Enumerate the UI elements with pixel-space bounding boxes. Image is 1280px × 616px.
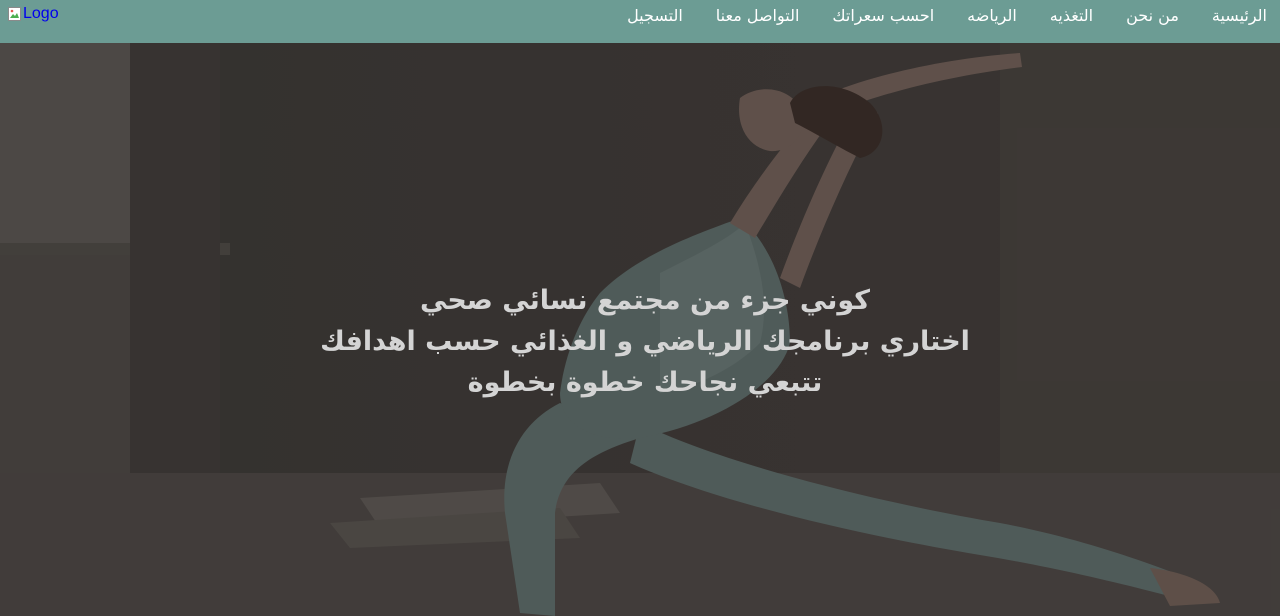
broken-image-icon — [7, 6, 23, 22]
hero-section: كوني جزء من مجتمع نسائي صحي اختاري برنام… — [0, 43, 1280, 616]
navbar: Logo الرئيسية من نحن التغذيه الرياضه احس… — [0, 0, 1280, 43]
nav-menu: الرئيسية من نحن التغذيه الرياضه احسب سعر… — [627, 6, 1267, 26]
hero-line-1: كوني جزء من مجتمع نسائي صحي — [420, 285, 870, 316]
nav-link-home[interactable]: الرئيسية — [1212, 6, 1267, 26]
hero-heading: كوني جزء من مجتمع نسائي صحي اختاري برنام… — [0, 280, 1280, 403]
nav-link-contact[interactable]: التواصل معنا — [716, 6, 800, 26]
hero-line-3: تتبعي نجاحك خطوة بخطوة — [467, 367, 823, 398]
hero-line-2: اختاري برنامجك الرياضي و الغذائي حسب اهد… — [320, 326, 970, 357]
logo-link[interactable]: Logo — [7, 5, 59, 23]
nav-link-nutrition[interactable]: التغذيه — [1050, 6, 1093, 26]
nav-link-calorie-calculator[interactable]: احسب سعراتك — [832, 6, 934, 26]
nav-link-register[interactable]: التسجيل — [627, 6, 683, 26]
logo-alt-text: Logo — [23, 5, 59, 22]
nav-link-about[interactable]: من نحن — [1126, 6, 1179, 26]
nav-link-sports[interactable]: الرياضه — [967, 6, 1017, 26]
